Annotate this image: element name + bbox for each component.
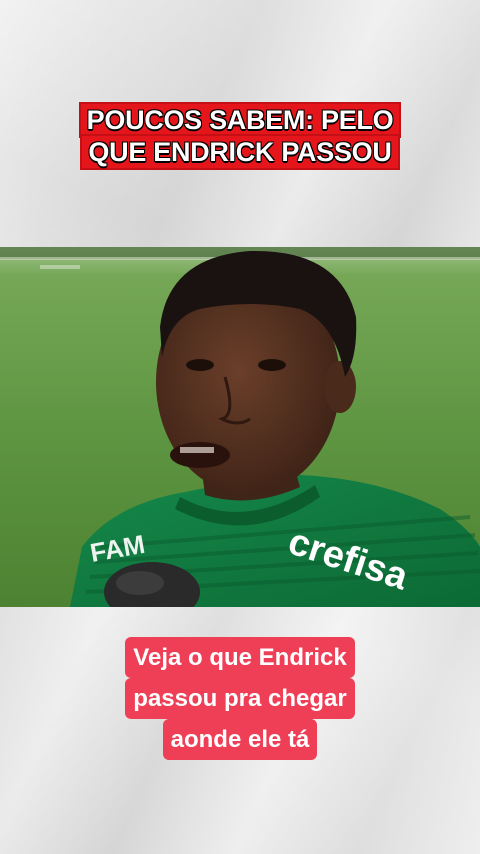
video-frame[interactable]: FAM crefisa [0, 247, 480, 607]
video-scene: FAM crefisa [0, 247, 480, 607]
mouth [170, 442, 230, 468]
caption-box: Veja o que Endrick passou pra chegar aon… [0, 637, 480, 760]
ear [324, 361, 356, 413]
headline-banner: POUCOS SABEM: PELO QUE ENDRICK PASSOU [0, 104, 480, 168]
left-eye [186, 359, 214, 371]
headline-line-1: POUCOS SABEM: PELO [80, 104, 400, 136]
teeth [180, 447, 214, 453]
headline-line-2: QUE ENDRICK PASSOU [82, 136, 398, 168]
caption-line-2: passou pra chegar [125, 678, 355, 719]
microphone-highlight [116, 571, 164, 595]
right-eye [258, 359, 286, 371]
pitch-marking [40, 265, 80, 269]
caption-line-1: Veja o que Endrick [125, 637, 355, 678]
caption-line-3: aonde ele tá [162, 719, 318, 760]
